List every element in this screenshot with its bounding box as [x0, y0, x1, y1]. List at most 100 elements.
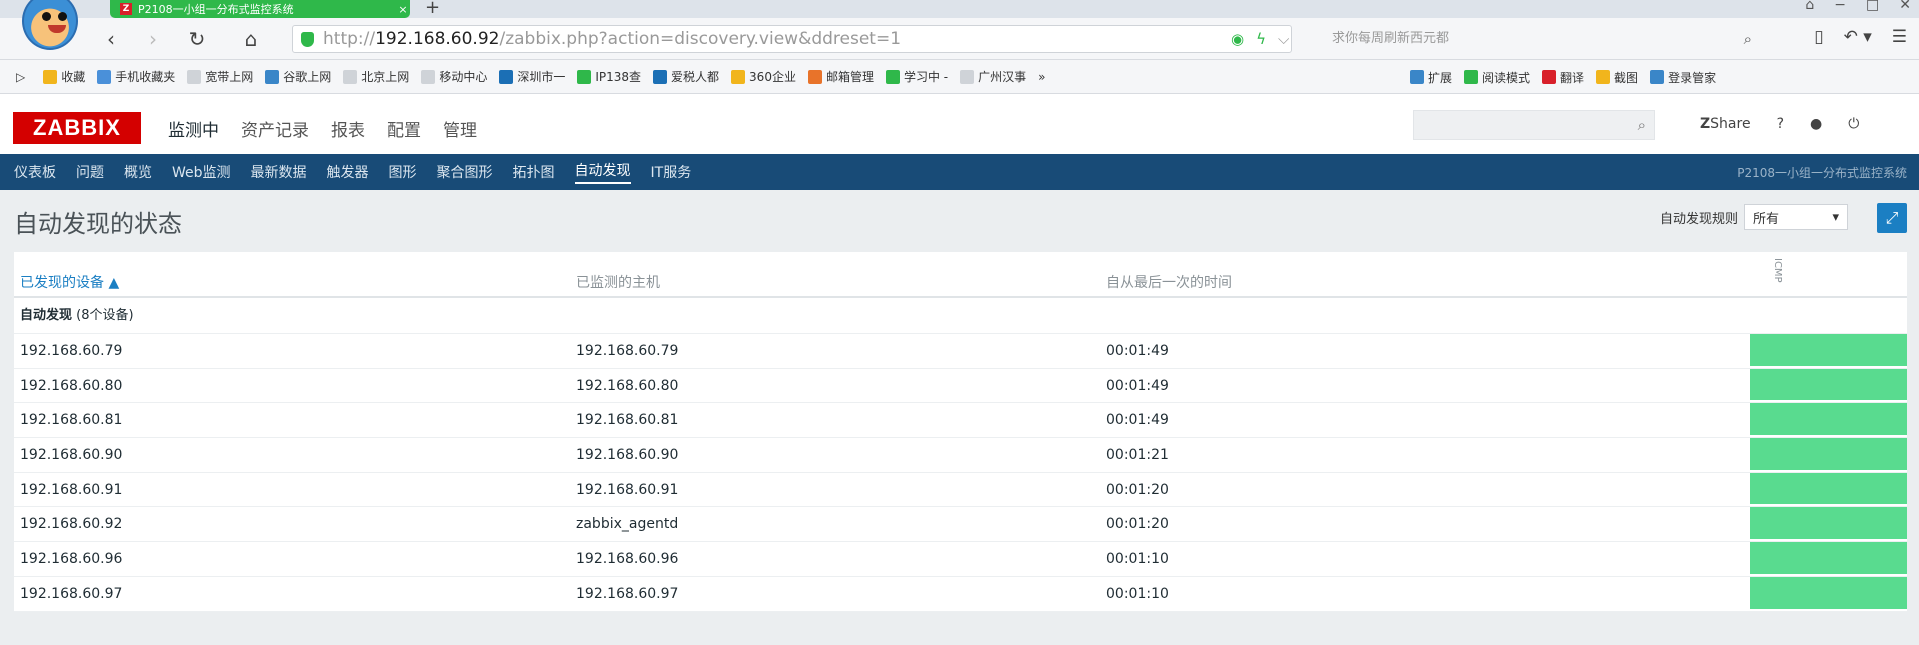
- toolbar-item-icon: [1650, 70, 1665, 84]
- host-cell[interactable]: 192.168.60.90: [576, 447, 678, 463]
- discovery-rule-select[interactable]: 所有 ▾: [1744, 204, 1849, 230]
- uptime-cell: 00:01:49: [1106, 377, 1169, 394]
- uptime-cell: 00:01:20: [1106, 481, 1169, 498]
- host-cell[interactable]: 192.168.60.91: [576, 482, 678, 498]
- sub-menu-item[interactable]: 拓扑图: [513, 162, 555, 182]
- fullscreen-button[interactable]: ⤢: [1877, 203, 1907, 233]
- zabbix-logo[interactable]: ZABBIX: [13, 112, 141, 144]
- bookmark-item[interactable]: 手机收藏夹: [97, 68, 175, 85]
- zabbix-search-input[interactable]: ⌕: [1413, 110, 1655, 140]
- address-dropdown-icon[interactable]: ⌵: [1278, 26, 1289, 52]
- skin-icon[interactable]: ⌂: [1805, 0, 1814, 13]
- sub-menu-item[interactable]: 触发器: [327, 162, 369, 182]
- bookmark-icon: [187, 69, 202, 84]
- browser-tab-active[interactable]: Z P2108一小组一分布式监控系统 ×: [110, 0, 410, 18]
- device-cell: 192.168.60.91: [20, 481, 123, 498]
- top-menu-item[interactable]: 监测中: [168, 116, 219, 141]
- host-cell[interactable]: 192.168.60.81: [576, 412, 678, 428]
- bookmark-icon: [499, 69, 514, 84]
- bookmark-item[interactable]: 学习中 -: [885, 68, 948, 85]
- back-icon[interactable]: ‹: [98, 26, 124, 52]
- table-row: 192.168.60.90 192.168.60.90 00:01:21: [14, 438, 1907, 473]
- logout-icon[interactable]: ⏻: [1848, 116, 1859, 132]
- bookmark-item[interactable]: 邮箱管理: [807, 68, 874, 85]
- search-icon[interactable]: ⌕: [1744, 25, 1752, 53]
- maximize-icon[interactable]: □: [1866, 0, 1879, 13]
- forward-icon[interactable]: ›: [140, 26, 166, 52]
- help-icon[interactable]: ?: [1777, 116, 1784, 132]
- table-row: 192.168.60.97 192.168.60.97 00:01:10: [14, 576, 1907, 612]
- host-cell[interactable]: zabbix_agentd: [576, 516, 678, 532]
- host-cell[interactable]: 192.168.60.79: [576, 343, 678, 359]
- bookmark-item[interactable]: 深圳市一: [499, 68, 565, 85]
- top-menu-item[interactable]: 报表: [331, 116, 365, 141]
- reload-icon[interactable]: ↻: [184, 26, 210, 52]
- home-icon[interactable]: ⌂: [238, 26, 264, 52]
- sub-menu-item[interactable]: 仪表板: [14, 162, 56, 182]
- bookmark-item[interactable]: 移动中心: [421, 68, 487, 85]
- bookmark-icon: [421, 69, 436, 84]
- host-cell[interactable]: 192.168.60.96: [576, 551, 678, 567]
- device-cell: 192.168.60.81: [20, 412, 123, 429]
- bookmark-item[interactable]: 谷歌上网: [265, 68, 331, 85]
- user-avatar[interactable]: [14, 0, 84, 54]
- bookmark-item[interactable]: 北京上网: [343, 68, 409, 85]
- table-row: 192.168.60.91 192.168.60.91 00:01:20: [14, 472, 1907, 508]
- host-cell[interactable]: 192.168.60.97: [576, 586, 678, 602]
- sub-menu-item[interactable]: IT服务: [651, 162, 692, 182]
- bookmark-item[interactable]: IP138查: [577, 68, 641, 85]
- new-tab-button[interactable]: +: [425, 0, 440, 18]
- zabbix-header: ZABBIX 监测中 资产记录 报表 配置 管理 ⌕ ZShare ? ● ⏻: [0, 94, 1919, 154]
- group-name: 自动发现: [20, 308, 73, 323]
- user-profile-icon[interactable]: ●: [1810, 116, 1822, 132]
- toolbar-item[interactable]: 翻译: [1542, 69, 1584, 86]
- bookmark-icon: [343, 69, 358, 84]
- bookmarks-left: ▷ 收藏 手机收藏夹 宽带上网 谷歌上网 北京上网 移动中心 深圳市一 IP138查 爱税人都 3…: [0, 68, 1057, 85]
- toolbar-item[interactable]: 扩展: [1410, 69, 1452, 86]
- sub-menu-item[interactable]: 概览: [124, 162, 152, 182]
- icmp-status-cell: [1750, 438, 1907, 472]
- speed-mode-icon[interactable]: ◉: [1231, 26, 1244, 52]
- icmp-status-cell: [1750, 507, 1907, 542]
- sub-menu-item[interactable]: 聚合图形: [437, 162, 493, 182]
- icmp-status-cell: [1750, 403, 1907, 438]
- more-bookmarks-icon[interactable]: »: [1038, 70, 1045, 84]
- sidebar-toggle-icon[interactable]: ▷: [16, 70, 25, 84]
- uptime-cell: 00:01:49: [1106, 412, 1169, 429]
- minimize-icon[interactable]: −: [1834, 0, 1846, 13]
- top-menu-item[interactable]: 配置: [387, 116, 421, 141]
- toolbar-item[interactable]: 阅读模式: [1464, 69, 1530, 86]
- bookmark-item[interactable]: 广州汉事: [960, 68, 1026, 85]
- address-bar[interactable]: http://192.168.60.92/zabbix.php?action=d…: [292, 25, 1292, 53]
- toolbar-item-icon: [1410, 70, 1424, 84]
- device-cell: 192.168.60.96: [20, 551, 123, 568]
- toolbar-item[interactable]: 登录管家: [1650, 69, 1716, 86]
- host-cell[interactable]: 192.168.60.80: [576, 378, 678, 394]
- top-menu-item[interactable]: 管理: [443, 116, 477, 141]
- sub-menu-item[interactable]: 最新数据: [251, 162, 307, 182]
- bookmark-item[interactable]: 宽带上网: [187, 68, 253, 85]
- lightning-icon[interactable]: ϟ: [1256, 26, 1266, 52]
- phone-icon[interactable]: ▯: [1814, 27, 1823, 47]
- bookmark-item[interactable]: 360企业: [731, 68, 796, 85]
- secure-shield-icon: [301, 32, 314, 47]
- undo-icon[interactable]: ↶ ▾: [1844, 27, 1872, 47]
- column-header-device[interactable]: 已发现的设备 ▲: [20, 272, 119, 292]
- toolbar-item[interactable]: 截图: [1596, 69, 1638, 86]
- top-menu-item[interactable]: 资产记录: [241, 116, 309, 141]
- sub-menu-item[interactable]: Web监测: [172, 162, 231, 182]
- sub-menu-item[interactable]: 自动发现: [574, 160, 631, 184]
- sub-menu-item[interactable]: 问题: [76, 162, 104, 182]
- share-button[interactable]: ZShare: [1700, 116, 1751, 132]
- avatar-face-icon: [22, 0, 78, 50]
- close-window-icon[interactable]: ✕: [1899, 0, 1911, 13]
- sub-menu-item[interactable]: 图形: [389, 162, 417, 182]
- table-header: 已发现的设备 ▲ 已监测的主机 自从最后一次的时间 ICMP: [14, 252, 1907, 298]
- menu-icon[interactable]: ☰: [1892, 27, 1907, 47]
- search-icon[interactable]: ⌕: [1638, 116, 1646, 134]
- browser-search-box[interactable]: 求你每周刷新西元都 ⌕: [1312, 25, 1762, 53]
- bookmark-item[interactable]: 爱税人都: [653, 68, 719, 85]
- bookmark-item[interactable]: 收藏: [43, 68, 85, 85]
- tab-title: P2108一小组一分布式监控系统: [138, 3, 294, 16]
- close-tab-icon[interactable]: ×: [396, 3, 410, 16]
